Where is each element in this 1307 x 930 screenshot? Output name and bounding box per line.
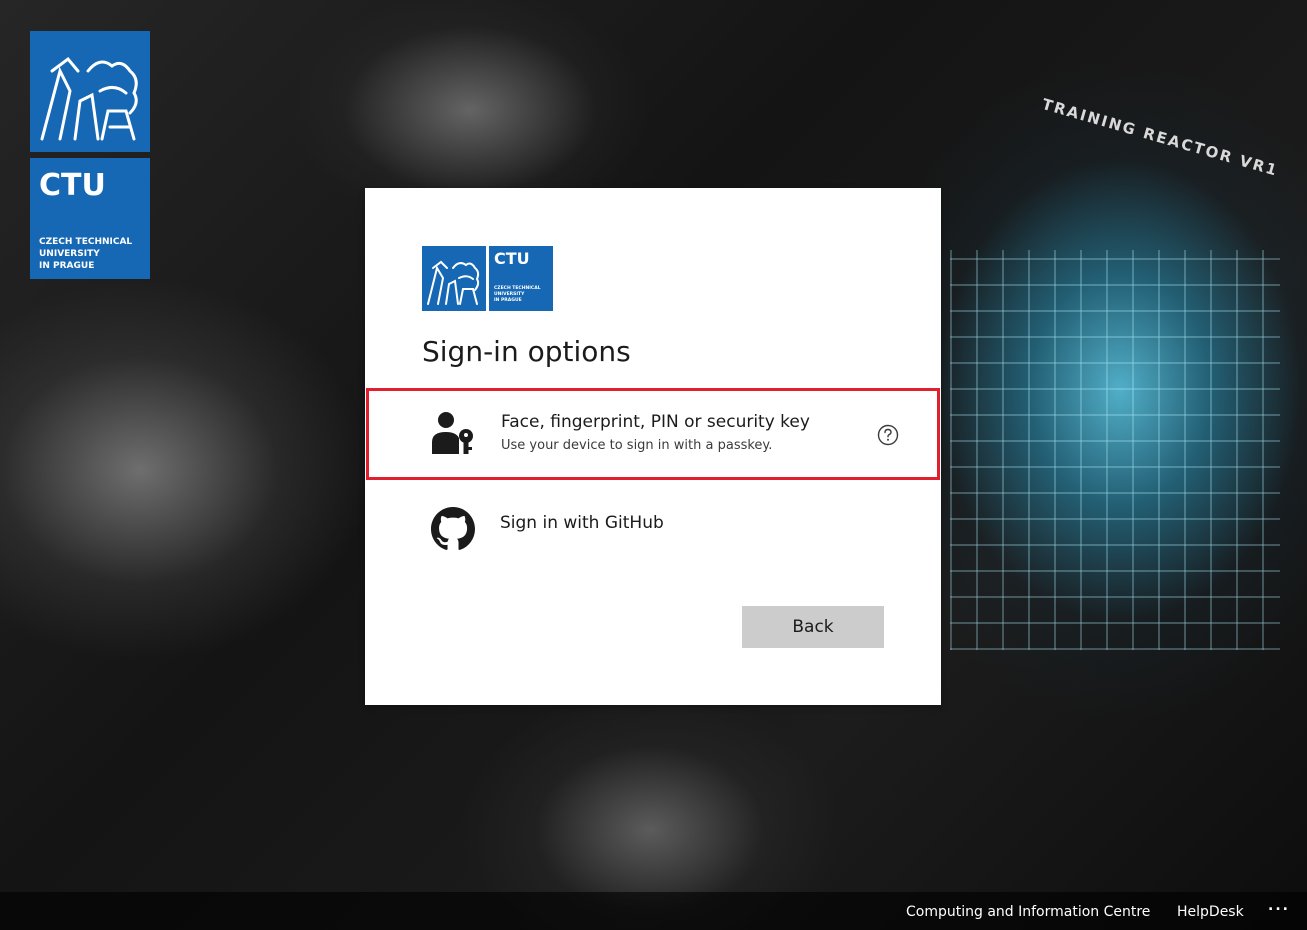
brand-short-name: CTU (39, 168, 106, 203)
passkey-option-subtitle: Use your device to sign in with a passke… (501, 438, 773, 453)
lion-emblem-icon (422, 246, 486, 311)
university-logo: CTU CZECH TECHNICAL UNIVERSITY IN PRAGUE (30, 31, 150, 279)
passkey-option-title: Face, fingerprint, PIN or security key (501, 412, 810, 432)
dialog-logo-short-name: CTU (494, 249, 530, 268)
dialog-logo: CTU CZECH TECHNICAL UNIVERSITY IN PRAGUE (422, 246, 553, 311)
dialog-logo-text-box: CTU CZECH TECHNICAL UNIVERSITY IN PRAGUE (489, 246, 553, 311)
github-option-title: Sign in with GitHub (500, 513, 664, 533)
help-circle-icon[interactable] (877, 424, 899, 446)
more-options-icon[interactable]: ... (1268, 898, 1290, 914)
brand-full-name: CZECH TECHNICAL UNIVERSITY IN PRAGUE (39, 237, 133, 271)
dialog-logo-full-name: CZECH TECHNICAL UNIVERSITY IN PRAGUE (494, 286, 541, 303)
back-button[interactable]: Back (742, 606, 884, 648)
sign-in-dialog: CTU CZECH TECHNICAL UNIVERSITY IN PRAGUE… (365, 188, 941, 705)
footer-link-computing-centre[interactable]: Computing and Information Centre (906, 904, 1150, 920)
person-key-icon (432, 410, 476, 454)
university-name-box: CTU CZECH TECHNICAL UNIVERSITY IN PRAGUE (30, 158, 150, 279)
lion-emblem-icon (30, 31, 150, 152)
footer-link-helpdesk[interactable]: HelpDesk (1177, 904, 1244, 920)
github-icon (431, 507, 475, 551)
footer-bar: Computing and Information Centre HelpDes… (0, 892, 1307, 930)
passkey-option[interactable]: Face, fingerprint, PIN or security key U… (366, 388, 940, 480)
reactor-grid-decoration (950, 250, 1280, 650)
github-option[interactable]: Sign in with GitHub (365, 483, 941, 575)
dialog-title: Sign-in options (422, 335, 631, 368)
